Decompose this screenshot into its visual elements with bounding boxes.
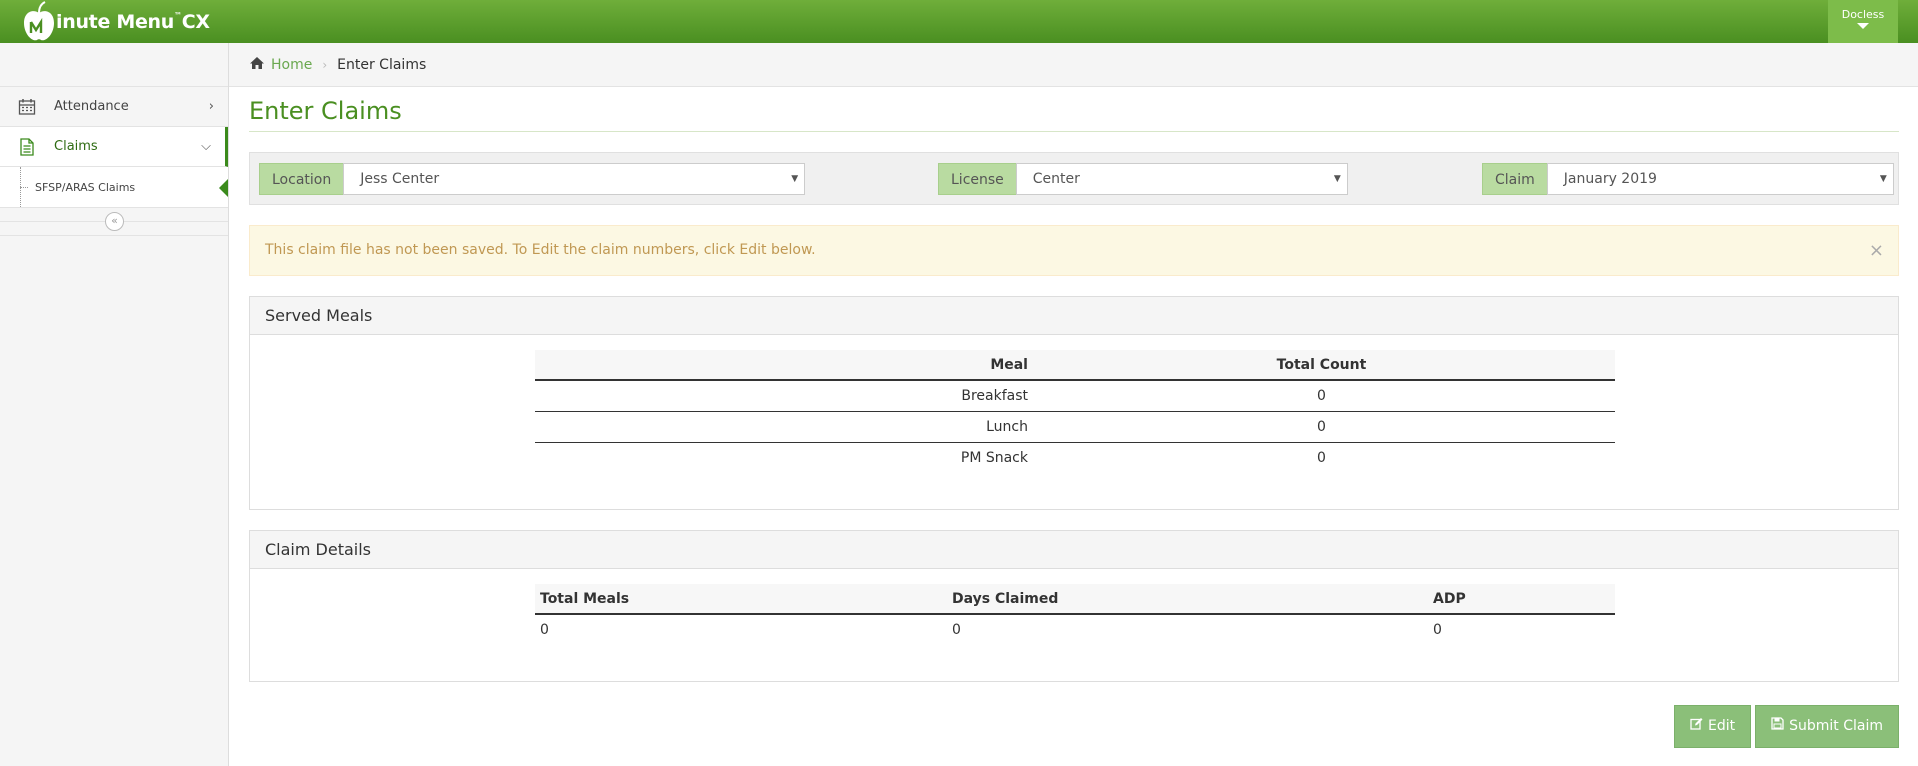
save-icon — [1771, 706, 1784, 747]
breadcrumb-separator-icon: › — [322, 57, 328, 72]
alert-text: This claim file has not been saved. To E… — [265, 242, 816, 258]
caret-down-icon — [1857, 23, 1869, 29]
column-header: ADP — [1428, 584, 1615, 615]
column-header: Meal — [535, 350, 1028, 381]
calendar-icon — [0, 98, 54, 116]
claim-filter: Claim January 2019 ▼ — [1482, 163, 1894, 195]
user-name: Docless — [1841, 8, 1885, 21]
active-pointer-icon — [219, 179, 228, 197]
user-menu[interactable]: Docless — [1828, 0, 1898, 43]
sidebar-item-claims[interactable]: Claims ⌵ — [0, 127, 228, 167]
apple-logo-icon — [20, 0, 58, 43]
sidebar-item-label: Claims — [54, 139, 98, 154]
edit-button[interactable]: Edit — [1673, 705, 1752, 748]
action-buttons: Edit Submit Claim — [1673, 705, 1899, 748]
served-meals-table: Meal Total Count Breakfast 0 Lunch 0 PM … — [535, 350, 1615, 473]
column-header: Days Claimed — [947, 584, 1428, 615]
license-select[interactable]: Center ▼ — [1015, 163, 1348, 195]
sidebar-item-attendance[interactable]: Attendance › — [0, 87, 228, 127]
breadcrumb-current: Enter Claims — [337, 56, 427, 73]
license-value: Center — [1032, 171, 1080, 187]
edit-label: Edit — [1707, 718, 1736, 734]
dropdown-arrow-icon: ▼ — [1333, 174, 1341, 184]
table-row: Breakfast 0 — [535, 380, 1615, 412]
location-filter: Location Jess Center ▼ — [259, 163, 806, 195]
meal-cell: Breakfast — [535, 380, 1028, 412]
served-meals-panel: Served Meals Meal Total Count Breakfast … — [249, 296, 1899, 510]
meal-cell: PM Snack — [960, 449, 1028, 466]
table-header-row: Total Meals Days Claimed ADP — [535, 584, 1615, 615]
sidebar: Attendance › Claims ⌵ SFSP/ARAS Claims « — [0, 43, 229, 766]
sidebar-subitem-label: SFSP/ARAS Claims — [35, 180, 136, 194]
claim-details-panel: Claim Details Total Meals Days Claimed A… — [249, 530, 1899, 682]
dropdown-arrow-icon: ▼ — [791, 174, 799, 184]
top-bar: inute Menu™CX Docless — [0, 0, 1918, 43]
chevron-right-icon: › — [208, 99, 214, 114]
claim-label: Claim — [1482, 163, 1547, 195]
location-value: Jess Center — [360, 171, 440, 187]
claim-details-table: Total Meals Days Claimed ADP 0 0 0 — [535, 584, 1615, 645]
home-icon — [249, 56, 265, 74]
panel-title: Served Meals — [250, 297, 1898, 335]
claim-select[interactable]: January 2019 ▼ — [1546, 163, 1894, 195]
close-alert-button[interactable]: × — [1869, 226, 1884, 275]
filter-bar: Location Jess Center ▼ License Center ▼ … — [249, 152, 1899, 205]
brand-name: inute Menu™CX — [56, 10, 210, 33]
location-label: Location — [259, 163, 344, 195]
table-row: PM Snack 0 — [535, 442, 1615, 473]
total-meals-cell: 0 — [540, 622, 549, 638]
main-content: Enter Claims Location Jess Center ▼ Lice… — [249, 87, 1899, 682]
submit-claim-label: Submit Claim — [1789, 718, 1883, 734]
days-claimed-cell: 0 — [952, 622, 961, 638]
collapse-sidebar-button[interactable]: « — [105, 212, 124, 231]
page-title: Enter Claims — [249, 87, 1899, 132]
sidebar-item-label: Attendance — [54, 99, 129, 114]
table-row: Lunch 0 — [535, 411, 1615, 443]
license-filter: License Center ▼ — [938, 163, 1348, 195]
breadcrumb: Home › Enter Claims — [229, 43, 1918, 87]
document-icon — [0, 137, 54, 156]
license-label: License — [938, 163, 1016, 195]
edit-icon — [1690, 706, 1703, 747]
table-header-row: Meal Total Count — [535, 350, 1615, 381]
table-row: 0 0 0 — [535, 614, 1615, 645]
adp-cell: 0 — [1433, 622, 1442, 638]
count-cell: 0 — [1317, 449, 1326, 466]
claim-value: January 2019 — [1563, 171, 1657, 187]
column-header: Total Count — [1028, 350, 1615, 381]
dropdown-arrow-icon: ▼ — [1879, 174, 1887, 184]
sidebar-spacer — [0, 43, 228, 87]
chevron-down-icon: ⌵ — [201, 139, 211, 154]
sidebar-collapse-row: « — [0, 208, 228, 236]
submit-claim-button[interactable]: Submit Claim — [1755, 705, 1899, 748]
unsaved-claim-alert: This claim file has not been saved. To E… — [249, 225, 1899, 276]
column-header: Total Meals — [535, 584, 947, 615]
brand-logo[interactable]: inute Menu™CX — [20, 0, 210, 43]
meal-cell: Lunch — [535, 411, 1028, 443]
breadcrumb-home-link[interactable]: Home — [271, 57, 312, 73]
panel-title: Claim Details — [250, 531, 1898, 569]
location-select[interactable]: Jess Center ▼ — [343, 163, 806, 195]
count-cell: 0 — [1028, 380, 1615, 412]
count-cell: 0 — [1028, 411, 1615, 443]
sidebar-subitem-sfsp-aras-claims[interactable]: SFSP/ARAS Claims — [0, 167, 228, 208]
